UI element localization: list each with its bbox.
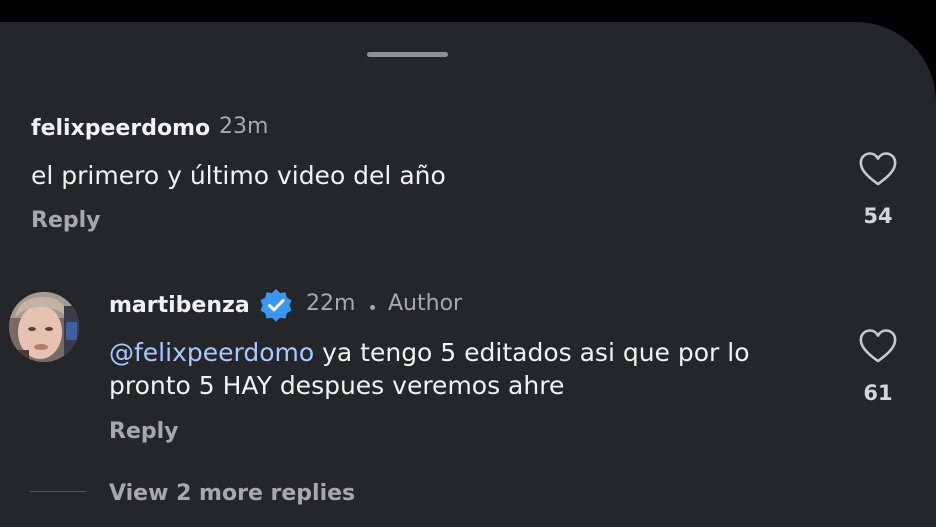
comments-sheet: felixpeerdomo 23m el primero y último vi… [0, 22, 936, 527]
view-more-replies-button[interactable]: View 2 more replies [109, 481, 355, 507]
like-count: 61 [863, 381, 893, 405]
author-label: Author [388, 291, 463, 316]
reply-button[interactable]: Reply [31, 208, 101, 234]
heart-icon [859, 152, 897, 186]
mention-link[interactable]: @felixpeerdomo [109, 338, 314, 367]
comment-text: el primero y último video del año [31, 161, 446, 190]
like-button[interactable] [858, 151, 898, 187]
verified-badge-icon [260, 289, 292, 322]
like-count: 54 [863, 204, 893, 228]
comment-timestamp: 23m [219, 114, 269, 139]
comment-text: @felixpeerdomo ya tengo 5 editados asi q… [109, 336, 750, 369]
avatar[interactable] [9, 292, 79, 362]
avatar-image [9, 292, 79, 362]
comment-username[interactable]: martibenza [109, 293, 250, 319]
heart-icon [859, 329, 897, 363]
comment-timestamp: 22m [306, 291, 356, 316]
like-button[interactable] [858, 328, 898, 364]
thread-divider [30, 491, 86, 492]
comment-username[interactable]: felixpeerdomo [31, 116, 210, 142]
reply-button[interactable]: Reply [109, 419, 179, 445]
comment-text-line2: pronto 5 HAY despues veremos ahre [109, 371, 565, 400]
comment-text-line1: ya tengo 5 editados asi que por lo [314, 338, 750, 367]
sheet-grab-handle[interactable] [367, 52, 448, 57]
separator-dot [370, 305, 375, 310]
